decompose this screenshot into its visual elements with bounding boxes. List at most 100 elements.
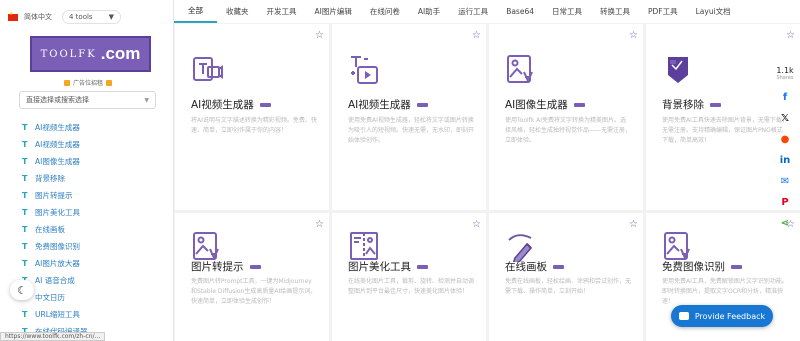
provide-feedback-button[interactable]: Provide Feedback <box>671 305 773 327</box>
tool-card[interactable]: ☆ 图片转提示 免费图片转Prompt工具，一键为Midjourney和Stable… <box>175 213 329 341</box>
favorite-star-icon[interactable]: ☆ <box>472 30 481 41</box>
t-tool-icon: T <box>22 174 28 183</box>
favorite-star-icon[interactable]: ☆ <box>472 219 481 230</box>
card-title: 在线画板 <box>505 261 547 273</box>
card-title-row: AI视频生成器 <box>348 97 428 112</box>
share-count: 1.1k <box>776 66 794 75</box>
dark-mode-toggle[interactable]: ☾ <box>10 280 34 300</box>
sidebar-tool-label: AI 语音合成 <box>35 276 75 285</box>
ad-icon <box>106 79 113 86</box>
tool-search-select[interactable]: 直接选择或搜索选择 ▼ <box>19 91 156 109</box>
image-text-icon <box>662 230 694 262</box>
image-text-icon <box>505 53 537 85</box>
favorite-star-icon[interactable]: ☆ <box>629 30 638 41</box>
card-title: AI视频生成器 <box>348 99 411 111</box>
image-text-icon <box>191 230 223 262</box>
tools-count-select[interactable]: 4 tools ▼ <box>62 10 121 24</box>
t-tool-icon: T <box>22 310 28 319</box>
language-row: 简体中文 4 tools ▼ <box>8 10 121 24</box>
share-icon[interactable]: ⋖ <box>770 213 800 234</box>
tab-item[interactable]: 开发工具 <box>258 0 306 23</box>
favorite-star-icon[interactable]: ☆ <box>315 30 324 41</box>
logo-text-left: TOOLFK <box>40 48 97 60</box>
category-tabs: 全部 收藏夹 开发工具 AI图片编辑 在线问卷 AI助手 运行工具 Base64 日常工具 转换工… <box>174 0 800 23</box>
card-description: 免费在线画板，轻松绘画、涂鸦和尝试创作，无需下载、操作简单，立刻开始！ <box>505 278 632 295</box>
messenger-icon[interactable]: ✉ <box>770 171 800 192</box>
tool-card[interactable]: ☆ AI视频生成器使用免费AI视频生成器，轻松将文字或图片转换为吸引人的短视频。快… <box>332 24 486 210</box>
tab-item[interactable]: 日常工具 <box>543 0 591 23</box>
sidebar-tool-list: T AI视频生成器 T AI视频生成器 T AI图像生成器 T 背景移除 T 图片转提示 T 图片美化… <box>22 119 88 340</box>
tab-item[interactable]: 收藏夹 <box>217 0 258 23</box>
t-tool-icon: T <box>22 140 28 149</box>
sidebar-tool-label: 中文日历 <box>35 293 65 302</box>
chevron-down-icon: ▼ <box>144 96 149 104</box>
tab-item[interactable]: 运行工具 <box>449 0 497 23</box>
china-flag-icon <box>8 11 18 21</box>
sidebar-tool-item[interactable]: T 免费图像识别 <box>22 238 88 255</box>
new-badge <box>553 264 564 269</box>
tab-item[interactable]: 转换工具 <box>591 0 639 23</box>
sidebar-tool-item[interactable]: T 图片转提示 <box>22 187 88 204</box>
tab-item[interactable]: 全部 <box>174 0 217 23</box>
sidebar-tool-label: AI图像生成器 <box>35 157 80 166</box>
image-beautify-icon <box>348 230 380 262</box>
tab-item[interactable]: PDF工具 <box>639 0 687 23</box>
tab-item[interactable]: AI助手 <box>409 0 449 23</box>
sidebar-tool-item[interactable]: T 在线画板 <box>22 221 88 238</box>
tab-item[interactable]: 在线问卷 <box>361 0 409 23</box>
moon-icon: ☾ <box>17 283 27 297</box>
twitter-icon[interactable]: 𝕏 <box>770 108 800 129</box>
favorite-star-icon[interactable]: ☆ <box>786 30 795 41</box>
ad-banner[interactable]: 广告位招租 <box>64 78 113 87</box>
sidebar-tool-item[interactable]: T 图片美化工具 <box>22 204 88 221</box>
tool-card[interactable]: ☆ 图片美化工具 在线美化图片工具，裁剪、旋转、检测并自动调整图片到平台最佳尺寸，快… <box>332 213 486 341</box>
favorite-star-icon[interactable]: ☆ <box>315 219 324 230</box>
sidebar-tool-item[interactable]: T AI视频生成器 <box>22 119 88 136</box>
share-sidebar: 1.1k Shares f 𝕏 ● in ✉ P ⋖ <box>770 66 800 234</box>
new-badge <box>731 264 742 269</box>
sidebar-tool-label: 免费图像识别 <box>35 242 80 251</box>
language-label: 简体中文 <box>24 13 52 21</box>
share-count-label: Shares <box>776 75 794 81</box>
sidebar-tool-item[interactable]: T AI视频生成器 <box>22 136 88 153</box>
new-badge <box>249 264 261 269</box>
feedback-label: Provide Feedback <box>694 311 766 321</box>
linkedin-icon[interactable]: in <box>770 150 800 171</box>
sidebar-tool-item[interactable]: T 背景移除 <box>22 170 88 187</box>
t-tool-icon: T <box>22 208 28 217</box>
background-remove-icon <box>662 53 694 85</box>
favorite-star-icon[interactable]: ☆ <box>629 219 638 230</box>
language-select[interactable]: 简体中文 <box>24 10 52 24</box>
tab-item[interactable]: AI图片编辑 <box>306 0 361 23</box>
sidebar-tool-item[interactable]: T AI图像生成器 <box>22 153 88 170</box>
tab-item[interactable]: Base64 <box>497 0 543 23</box>
site-logo[interactable]: TOOLFK .com <box>30 36 151 72</box>
tool-card[interactable]: ☆ AI图像生成器 使用Toolfk AI免费将文字转换为精美图片。选择风格，轻松生… <box>489 24 643 210</box>
sidebar-tool-label: 图片美化工具 <box>35 208 80 217</box>
reddit-icon[interactable]: ● <box>770 129 800 150</box>
card-title-row: AI视频生成器 <box>191 97 271 112</box>
card-description: 使用免费AI工具，免费解锁图片文字识别功能。即时转换图片，提取文字OCR和分析，… <box>662 278 788 305</box>
facebook-icon[interactable]: f <box>770 87 800 108</box>
card-title-row: 图片转提示 <box>191 259 261 274</box>
new-badge <box>416 102 428 107</box>
tool-card-grid: ☆ AI视频生成器将AI说明与文字描述转换为精彩视频。免费、快速、简单，立即创作属… <box>175 24 800 341</box>
card-description: 将AI说明与文字描述转换为精彩视频。免费、快速、简单，立即创作属于你的内容！ <box>191 117 317 134</box>
ad-icon <box>64 79 70 86</box>
tab-item[interactable]: Layui文档 <box>687 0 740 23</box>
sidebar: 简体中文 4 tools ▼ TOOLFK .com 广告位招租 直接选择或搜索… <box>0 0 174 341</box>
tool-card[interactable]: ☆ AI视频生成器将AI说明与文字描述转换为精彩视频。免费、快速、简单，立即创作属… <box>175 24 329 210</box>
sidebar-tool-label: AI视频生成器 <box>35 140 80 149</box>
new-badge <box>573 102 585 107</box>
tool-card[interactable]: ☆ 在线画板免费在线画板，轻松绘画、涂鸦和尝试创作，无需下载、操作简单，立刻开始！ <box>489 213 643 341</box>
sidebar-tool-item[interactable]: T AI图片放大器 <box>22 255 88 272</box>
card-title-row: 在线画板 <box>505 259 564 274</box>
card-title: AI视频生成器 <box>191 99 254 111</box>
status-bar-url: https://www.toolfk.com/zh-cn/... <box>0 332 106 341</box>
card-title: 背景移除 <box>662 99 704 111</box>
card-description: 使用免费AI视频生成器，轻松将文字或图片转换为吸引人的短视频。快速无需，无水印，… <box>348 117 475 144</box>
sidebar-tool-item[interactable]: T URL缩短工具 <box>22 306 88 323</box>
text-to-video-icon <box>348 53 380 85</box>
card-description: 在线美化图片工具，裁剪、旋转、检测并自动调整图片到平台最佳尺寸，快速美化图片体验… <box>348 278 475 295</box>
pinterest-icon[interactable]: P <box>770 192 800 213</box>
